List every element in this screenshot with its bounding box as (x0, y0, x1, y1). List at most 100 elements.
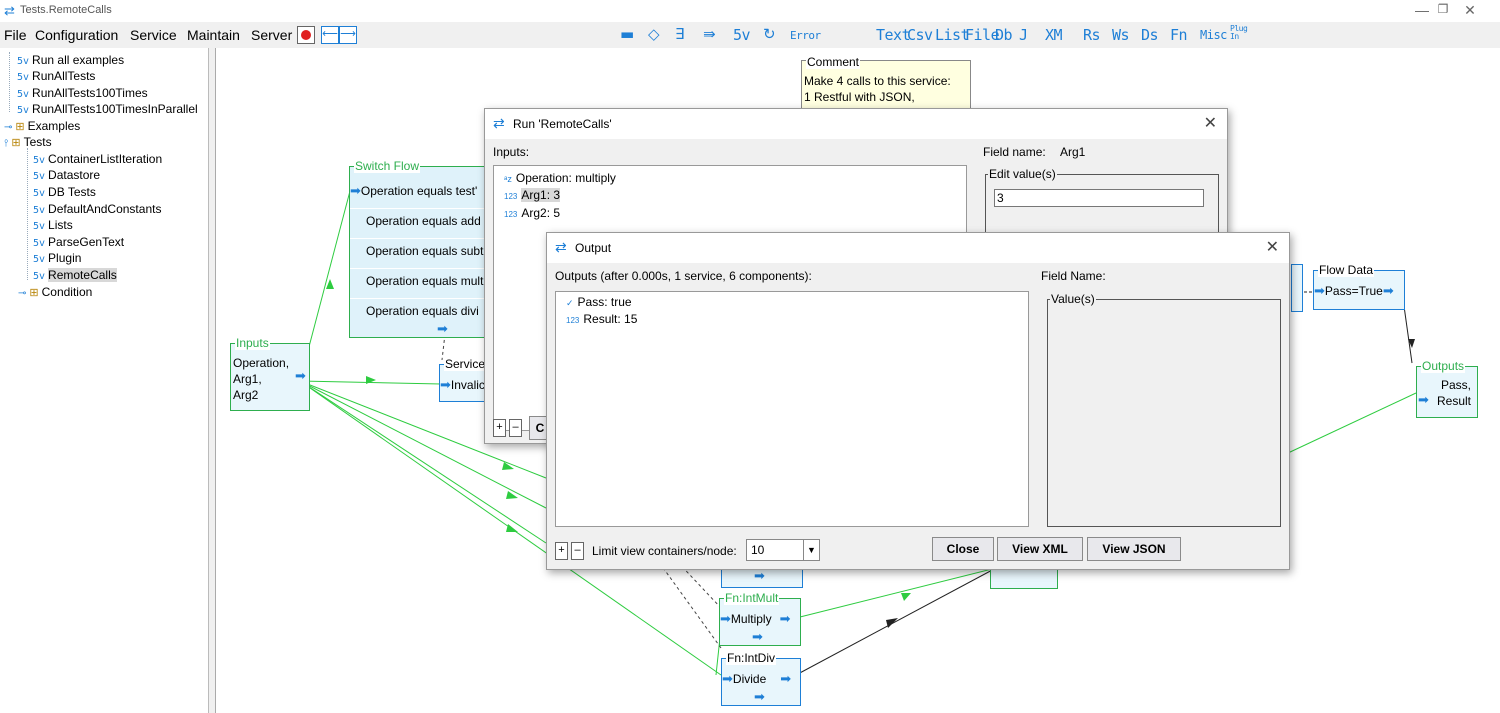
close-icon[interactable]: ✕ (1266, 237, 1279, 257)
intmult-node[interactable]: Fn:IntMult ➡Multiply ➡ ➡ (719, 591, 801, 646)
json-tool[interactable]: J (1019, 26, 1028, 44)
ds-tool[interactable]: Ds (1141, 26, 1159, 44)
tree-item-run-all-examples[interactable]: 5v Run all examples (17, 52, 124, 68)
switch-tool-icon[interactable]: ∃ (675, 25, 684, 43)
tree-item-defaultandconstants[interactable]: 5v DefaultAndConstants (33, 201, 161, 217)
tree-item-tests[interactable]: ⫯ ⊞ Tests (4, 134, 52, 150)
loop-tool-icon[interactable]: ↻ (763, 25, 776, 43)
text-tool[interactable]: Text (876, 26, 911, 44)
collapsed-icon[interactable]: ⊸ (4, 122, 12, 133)
close-icon[interactable]: ✕ (1204, 113, 1217, 133)
output-dialog-title: Output (575, 241, 612, 255)
switch-case[interactable]: Operation equals divi (350, 298, 490, 328)
output-item[interactable]: 123 Result: 15 (566, 311, 637, 329)
output-arrow-icon: ➡ (752, 629, 763, 644)
intdiv-node[interactable]: Fn:IntDiv ➡Divide ➡ ➡ (721, 651, 801, 706)
comment-node[interactable]: Comment Make 4 calls to this service: 1 … (801, 55, 971, 110)
outputs-tree[interactable]: ✓ Pass: true 123 Result: 15 (555, 291, 1029, 527)
flow-data-label: Pass=True (1324, 284, 1383, 298)
intdiv-title: Fn:IntDiv (726, 651, 777, 665)
close-window-icon[interactable]: ✕ (1460, 2, 1480, 19)
view-json-button[interactable]: View JSON (1087, 537, 1181, 561)
input-item-selected[interactable]: 123 Arg1: 3 (504, 187, 616, 205)
comment-tool-icon[interactable]: ▬ (620, 25, 634, 43)
service-icon: 5v (33, 155, 46, 166)
tree-item-examples[interactable]: ⊸ ⊞ Examples (4, 118, 80, 134)
remove-button[interactable]: – (509, 419, 522, 437)
menu-service[interactable]: Service (130, 27, 177, 43)
forward-button[interactable]: ⟶ (339, 26, 357, 44)
tree-item-parsegentext[interactable]: 5v ParseGenText (33, 234, 124, 250)
output-dialog[interactable]: ⇄ Output ✕ Outputs (after 0.000s, 1 serv… (546, 232, 1290, 570)
close-button[interactable]: Close (932, 537, 994, 561)
expanded-icon[interactable]: ⫯ (4, 138, 8, 149)
tree-item-lists[interactable]: 5v Lists (33, 217, 73, 233)
output-dialog-titlebar[interactable]: ⇄ Output ✕ (547, 233, 1289, 263)
flow-data-title: Flow Data (1318, 263, 1375, 277)
inputs-node[interactable]: Inputs Operation, Arg1, Arg2 ➡ (230, 336, 310, 411)
error-tool-icon[interactable]: Error (790, 29, 821, 42)
tree-item-plugin[interactable]: 5v Plugin (33, 250, 81, 266)
service-tool-icon[interactable]: 5v (733, 26, 751, 44)
switch-case[interactable]: ➡Operation equals test' (350, 179, 490, 208)
window-titlebar: ⇄ Tests.RemoteCalls — ❐ ✕ (0, 0, 1500, 22)
menu-file[interactable]: File (4, 27, 27, 43)
csv-tool[interactable]: Csv (907, 26, 933, 44)
chevron-down-icon[interactable]: ▼ (803, 540, 819, 560)
fn-tool[interactable]: Fn (1170, 26, 1188, 44)
menu-configuration[interactable]: Configuration (35, 27, 118, 43)
menu-server[interactable]: Server (251, 27, 292, 43)
restore-icon[interactable]: ❐ (1433, 2, 1453, 16)
service-icon: 5v (33, 221, 46, 232)
remove-button[interactable]: – (571, 542, 584, 560)
rs-tool[interactable]: Rs (1083, 26, 1101, 44)
xml-tool[interactable]: XM (1045, 26, 1063, 44)
switch-case[interactable]: Operation equals mult (350, 268, 490, 298)
number-type-icon: 123 (504, 210, 518, 219)
flow-data-node[interactable]: Flow Data ➡Pass=True➡ (1313, 263, 1405, 310)
tree-item-datastore[interactable]: 5v Datastore (33, 167, 100, 183)
outputs-node[interactable]: Outputs Pass, Result ➡ (1416, 359, 1478, 418)
misc-tool[interactable]: Misc (1200, 28, 1227, 42)
run-dialog-title: Run 'RemoteCalls' (513, 117, 612, 131)
record-button[interactable] (297, 26, 315, 44)
run-dialog-titlebar[interactable]: ⇄ Run 'RemoteCalls' ✕ (485, 109, 1227, 139)
output-item[interactable]: ✓ Pass: true (566, 294, 637, 311)
number-type-icon: 123 (566, 316, 580, 325)
service-tree: 5v Run all examples 5v RunAllTests 5v RunAl… (0, 48, 209, 713)
decision-tool-icon[interactable]: ◇ (648, 25, 660, 43)
switch-flow-node[interactable]: Switch Flow ➡Operation equals test' Oper… (349, 159, 491, 338)
folder-icon: ⊞ (15, 121, 25, 133)
edit-value-input[interactable] (994, 189, 1204, 207)
add-button[interactable]: + (555, 542, 568, 560)
minimize-icon[interactable]: — (1412, 2, 1432, 18)
db-tool[interactable]: Db (995, 26, 1013, 44)
input-item[interactable]: ᵃz Operation: multiply (504, 170, 616, 187)
back-button[interactable]: ⟵ (321, 26, 339, 44)
input-item[interactable]: 123 Arg2: 5 (504, 205, 616, 223)
limit-select[interactable]: 10 ▼ (746, 539, 820, 561)
view-xml-button[interactable]: View XML (997, 537, 1083, 561)
flow-tool-icon[interactable]: ⇛ (703, 25, 716, 43)
menu-maintain[interactable]: Maintain (187, 27, 240, 43)
plugin-tool[interactable]: Plug In (1230, 25, 1252, 41)
service-icon: 5v (17, 105, 30, 116)
add-button[interactable]: + (493, 419, 506, 437)
tree-item-condition[interactable]: ⊸ ⊞ Condition (18, 284, 92, 300)
field-name-label: Field Name: (1041, 269, 1106, 283)
list-tool[interactable]: List (935, 26, 970, 44)
tree-item-runalltests[interactable]: 5v RunAllTests (17, 68, 95, 84)
switch-case[interactable]: Operation equals subt (350, 238, 490, 268)
ws-tool[interactable]: Ws (1112, 26, 1130, 44)
intdiv-label: Divide (732, 672, 767, 686)
tree-item-runalltests100times[interactable]: 5v RunAllTests100Times (17, 85, 148, 101)
file-tool[interactable]: File (965, 26, 1000, 44)
split-divider[interactable] (209, 48, 216, 713)
tree-item-db-tests[interactable]: 5v DB Tests (33, 184, 96, 200)
tree-item-containerlistiteration[interactable]: 5v ContainerListIteration (33, 151, 162, 167)
switch-case[interactable]: Operation equals add (350, 208, 490, 238)
tree-item-runalltests100timesinparallel[interactable]: 5v RunAllTests100TimesInParallel (17, 101, 198, 117)
limit-select-value: 10 (751, 543, 765, 557)
tree-item-remotecalls[interactable]: 5v RemoteCalls (33, 267, 117, 283)
collapsed-icon[interactable]: ⊸ (18, 288, 26, 299)
